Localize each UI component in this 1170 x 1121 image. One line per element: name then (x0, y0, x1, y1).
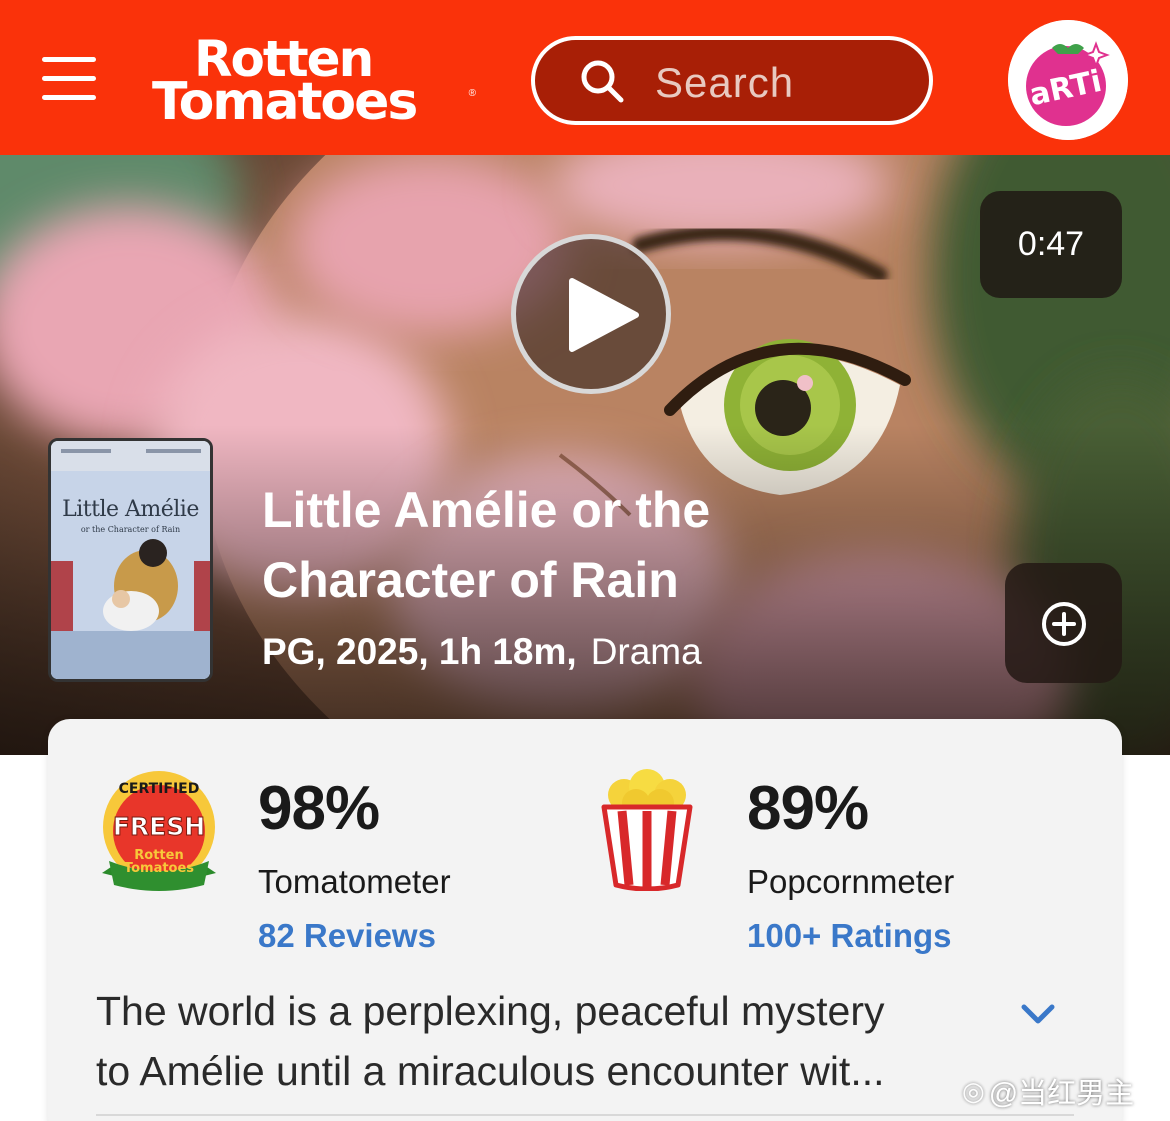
movie-poster[interactable]: Little Amélie or the Character of Rain (48, 438, 213, 682)
divider (96, 1114, 1074, 1116)
poster-subtitle: or the Character of Rain (80, 525, 181, 534)
poster-title: Little Amélie (62, 497, 199, 522)
rotten-tomatoes-logo[interactable]: Rotten Tomatoes ® (150, 30, 480, 130)
trailer-hero: 0:47 Little Amélie or the Character of R… (0, 155, 1170, 755)
score-card: CERTIFIED FRESH Rotten Tomatoes 98% Toma… (48, 719, 1122, 1121)
arti-logo-icon: aRTi (1008, 20, 1128, 140)
arti-avatar[interactable]: aRTi (1008, 20, 1128, 140)
movie-metadata: PG, 2025, 1h 18m, Drama (262, 631, 702, 673)
synopsis-line-1: The world is a perplexing, peaceful myst… (96, 988, 885, 1034)
search-input[interactable]: Search (531, 36, 933, 125)
badge-fresh-text: FRESH (113, 812, 205, 841)
logo-line-2: Tomatoes (152, 72, 418, 132)
play-icon (569, 278, 639, 352)
registered-mark: ® (468, 88, 476, 99)
chevron-down-icon[interactable] (1018, 999, 1058, 1029)
reviews-link[interactable]: 82 Reviews (258, 917, 436, 955)
movie-title: Little Amélie or the Character of Rain (262, 482, 711, 608)
rating-year-runtime: PG, 2025, 1h 18m, (262, 631, 577, 672)
certified-fresh-icon: CERTIFIED FRESH Rotten Tomatoes (102, 771, 216, 891)
play-trailer-button[interactable] (511, 234, 671, 394)
plus-circle-icon (1042, 602, 1086, 646)
popcorn-bucket-icon (601, 769, 693, 891)
tomatometer-score: 98% (258, 774, 380, 843)
weibo-icon: ◎ (962, 1075, 985, 1106)
movie-synopsis[interactable]: The world is a perplexing, peaceful myst… (96, 981, 976, 1101)
watermark-text: @当红男主 (988, 1078, 1135, 1110)
trailer-duration: 0:47 (980, 191, 1122, 298)
popcornmeter-label: Popcornmeter (747, 863, 955, 900)
add-to-watchlist-button[interactable] (1005, 563, 1122, 683)
synopsis-line-2: to Amélie until a miraculous encounter w… (96, 1048, 885, 1094)
hamburger-menu-icon[interactable] (42, 57, 96, 103)
poster-artwork (51, 441, 210, 679)
badge-certified-text: CERTIFIED (119, 781, 200, 797)
ratings-link[interactable]: 100+ Ratings (747, 917, 952, 955)
tomatometer-label: Tomatometer (258, 863, 451, 900)
popcornmeter-score: 89% (747, 774, 869, 843)
genre: Drama (590, 631, 702, 672)
search-placeholder: Search (655, 59, 795, 106)
weibo-watermark: ◎ @当红男主 (962, 1070, 1134, 1112)
top-nav-bar: Rotten Tomatoes ® Search aRTi (0, 0, 1170, 155)
search-icon (581, 60, 624, 103)
badge-logo-line2: Tomatoes (124, 861, 194, 876)
